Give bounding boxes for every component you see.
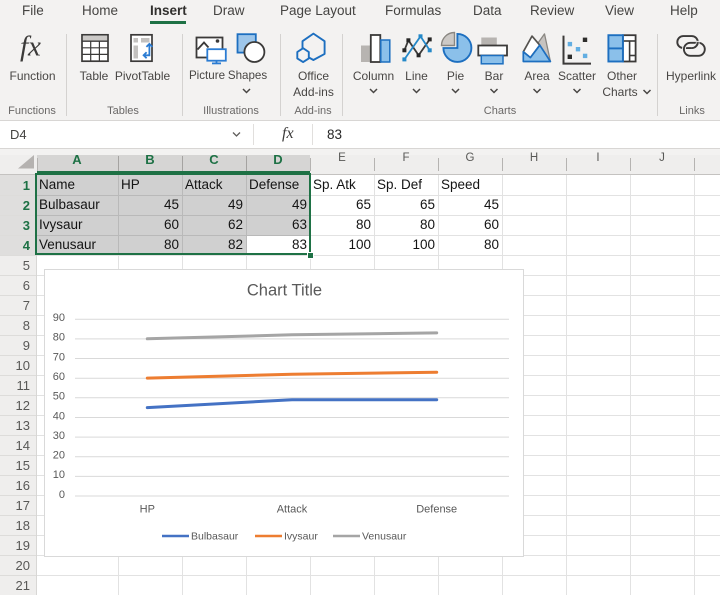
svg-text:40: 40 <box>53 410 65 422</box>
svg-text:50: 50 <box>53 391 65 403</box>
svg-text:80: 80 <box>53 332 65 344</box>
svg-text:0: 0 <box>59 489 65 501</box>
svg-text:Defense: Defense <box>416 504 457 516</box>
svg-text:20: 20 <box>53 450 65 462</box>
svg-text:60: 60 <box>53 371 65 383</box>
svg-text:Bulbasaur: Bulbasaur <box>191 531 239 543</box>
svg-text:Venusaur: Venusaur <box>362 531 407 543</box>
svg-text:10: 10 <box>53 469 65 481</box>
svg-text:HP: HP <box>140 504 155 516</box>
svg-text:Chart Title: Chart Title <box>247 282 322 300</box>
svg-text:70: 70 <box>53 351 65 363</box>
svg-text:90: 90 <box>53 312 65 324</box>
svg-text:Attack: Attack <box>277 504 308 516</box>
svg-text:30: 30 <box>53 430 65 442</box>
svg-text:Ivysaur: Ivysaur <box>284 531 318 543</box>
